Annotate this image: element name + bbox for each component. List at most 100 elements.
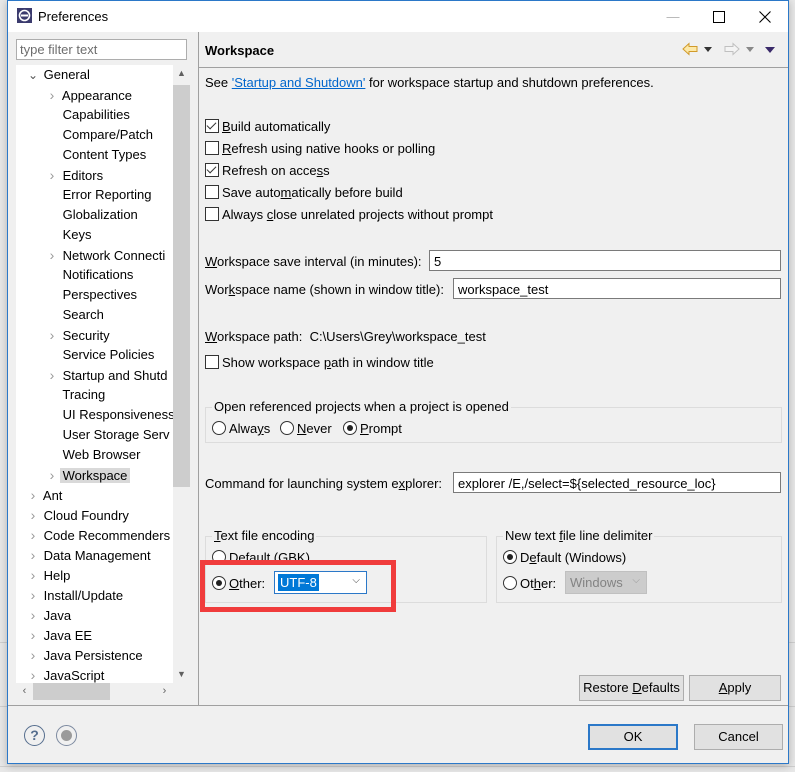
chevron-right-icon[interactable]: › — [26, 485, 40, 505]
scroll-thumb[interactable] — [33, 683, 110, 700]
chevron-right-icon[interactable]: › — [26, 505, 40, 525]
apply-button[interactable]: Apply — [689, 675, 781, 701]
tree-item[interactable]: › Workspace — [45, 465, 131, 485]
chevron-right-icon[interactable]: › — [26, 665, 40, 683]
back-history-dropdown-icon[interactable] — [704, 47, 712, 52]
explorer-command-input[interactable]: explorer /E,/select=${selected_resource_… — [453, 472, 781, 493]
tree-item[interactable]: › Java EE — [26, 625, 92, 645]
option-checkbox[interactable]: Refresh using native hooks or polling — [205, 141, 435, 156]
tree-item[interactable]: UI Responsiveness — [45, 405, 173, 425]
chevron-right-icon[interactable]: › — [26, 605, 40, 625]
chevron-right-icon[interactable]: › — [45, 245, 59, 265]
cancel-button[interactable]: Cancel — [694, 724, 783, 750]
record-macro-icon[interactable] — [56, 725, 77, 746]
open-ref-radio[interactable]: Prompt — [343, 421, 402, 436]
close-button[interactable] — [742, 1, 788, 32]
tree-item[interactable]: ⌄ General — [26, 65, 90, 85]
chevron-right-icon[interactable]: › — [45, 325, 59, 345]
delimiter-default-radio[interactable]: Default (Windows) — [503, 550, 626, 565]
radio-circle[interactable] — [503, 550, 517, 564]
scroll-up-icon[interactable]: ▲ — [173, 65, 190, 82]
tree-item[interactable]: Web Browser — [45, 445, 141, 465]
tree-item[interactable]: › Appearance — [45, 85, 132, 105]
workspace-name-input[interactable]: workspace_test — [453, 278, 781, 299]
scroll-down-icon[interactable]: ▼ — [173, 666, 190, 683]
chevron-right-icon[interactable]: › — [45, 365, 59, 385]
tree-item[interactable]: › Ant — [26, 485, 63, 505]
chevron-right-icon[interactable]: › — [26, 625, 40, 645]
view-menu-icon[interactable] — [765, 47, 775, 53]
chevron-right-icon[interactable]: › — [26, 525, 40, 545]
option-checkbox[interactable]: Refresh on access — [205, 163, 330, 178]
open-ref-radio[interactable]: Never — [280, 421, 332, 436]
tree-item[interactable]: Service Policies — [45, 345, 155, 365]
tree-item[interactable]: › Security — [45, 325, 110, 345]
chevron-right-icon[interactable]: › — [45, 465, 59, 485]
radio-circle[interactable] — [503, 576, 517, 590]
show-path-checkbox[interactable]: Show workspace path in window title — [205, 355, 434, 370]
tree-item[interactable]: › Startup and Shutd — [45, 365, 168, 385]
chevron-right-icon[interactable]: › — [26, 565, 40, 585]
checkbox-box[interactable] — [205, 119, 219, 133]
tree-item-label: Globalization — [62, 207, 138, 222]
open-ref-radio[interactable]: Always — [212, 421, 270, 436]
tree-item[interactable]: › JavaScript — [26, 665, 105, 683]
radio-circle[interactable] — [280, 421, 294, 435]
checkbox-box[interactable] — [205, 185, 219, 199]
scroll-left-icon[interactable]: ‹ — [16, 683, 33, 700]
tree-item[interactable]: Content Types — [45, 145, 147, 165]
tree-item[interactable]: Search — [45, 305, 104, 325]
tree-item[interactable]: Globalization — [45, 205, 138, 225]
chevron-right-icon[interactable]: › — [26, 545, 40, 565]
tree-item[interactable]: › Cloud Foundry — [26, 505, 129, 525]
page-title: Workspace — [205, 43, 275, 58]
checkbox-box[interactable] — [205, 355, 219, 369]
tree-item[interactable]: Notifications — [45, 265, 134, 285]
radio-circle[interactable] — [343, 421, 357, 435]
minimize-button[interactable]: — — [650, 1, 696, 32]
tree-item[interactable]: › Code Recommenders — [26, 525, 170, 545]
checkbox-box[interactable] — [205, 141, 219, 155]
chevron-right-icon[interactable]: › — [45, 85, 59, 105]
tree-item[interactable]: › Network Connecti — [45, 245, 166, 265]
scroll-thumb[interactable] — [173, 85, 190, 487]
tree-item[interactable]: Perspectives — [45, 285, 137, 305]
forward-history-dropdown-icon[interactable] — [746, 47, 754, 52]
delimiter-other-radio[interactable]: Other: — [503, 576, 556, 591]
tree-item[interactable]: › Data Management — [26, 545, 151, 565]
tree-vertical-scrollbar[interactable]: ▲ ▼ — [173, 65, 190, 683]
restore-defaults-button[interactable]: Restore Defaults — [579, 675, 684, 701]
ok-button[interactable]: OK — [588, 724, 678, 750]
tree-item[interactable]: › Install/Update — [26, 585, 123, 605]
radio-circle[interactable] — [212, 421, 226, 435]
panel-splitter[interactable] — [198, 32, 199, 705]
tree-item[interactable]: › Help — [26, 565, 71, 585]
scroll-right-icon[interactable]: › — [156, 683, 173, 700]
tree-item[interactable]: › Java Persistence — [26, 645, 143, 665]
chevron-right-icon[interactable]: › — [45, 165, 59, 185]
back-arrow-icon[interactable] — [682, 42, 698, 56]
option-checkbox[interactable]: Save automatically before build — [205, 185, 403, 200]
option-checkbox[interactable]: Always close unrelated projects without … — [205, 207, 493, 222]
help-icon[interactable]: ? — [24, 725, 45, 746]
tree-item[interactable]: Compare/Patch — [45, 125, 153, 145]
startup-shutdown-link[interactable]: 'Startup and Shutdown' — [232, 75, 366, 90]
tree-item[interactable]: Tracing — [45, 385, 105, 405]
checkbox-box[interactable] — [205, 207, 219, 221]
tree-item[interactable]: Error Reporting — [45, 185, 152, 205]
chevron-right-icon[interactable]: › — [26, 645, 40, 665]
maximize-button[interactable] — [696, 1, 742, 32]
tree-item[interactable]: › Editors — [45, 165, 103, 185]
tree-item[interactable]: Keys — [45, 225, 92, 245]
tree-item[interactable]: › Java — [26, 605, 71, 625]
tree-item[interactable]: User Storage Serv — [45, 425, 170, 445]
chevron-right-icon[interactable]: › — [26, 585, 40, 605]
tree-item[interactable]: Capabilities — [45, 105, 130, 125]
forward-arrow-icon[interactable] — [724, 42, 740, 56]
chevron-down-icon[interactable]: ⌄ — [26, 65, 40, 85]
option-checkbox[interactable]: Build automatically — [205, 119, 330, 134]
filter-input[interactable]: type filter text — [16, 39, 187, 60]
tree-horizontal-scrollbar[interactable]: ‹ › — [16, 683, 173, 700]
save-interval-input[interactable]: 5 — [429, 250, 781, 271]
checkbox-box[interactable] — [205, 163, 219, 177]
